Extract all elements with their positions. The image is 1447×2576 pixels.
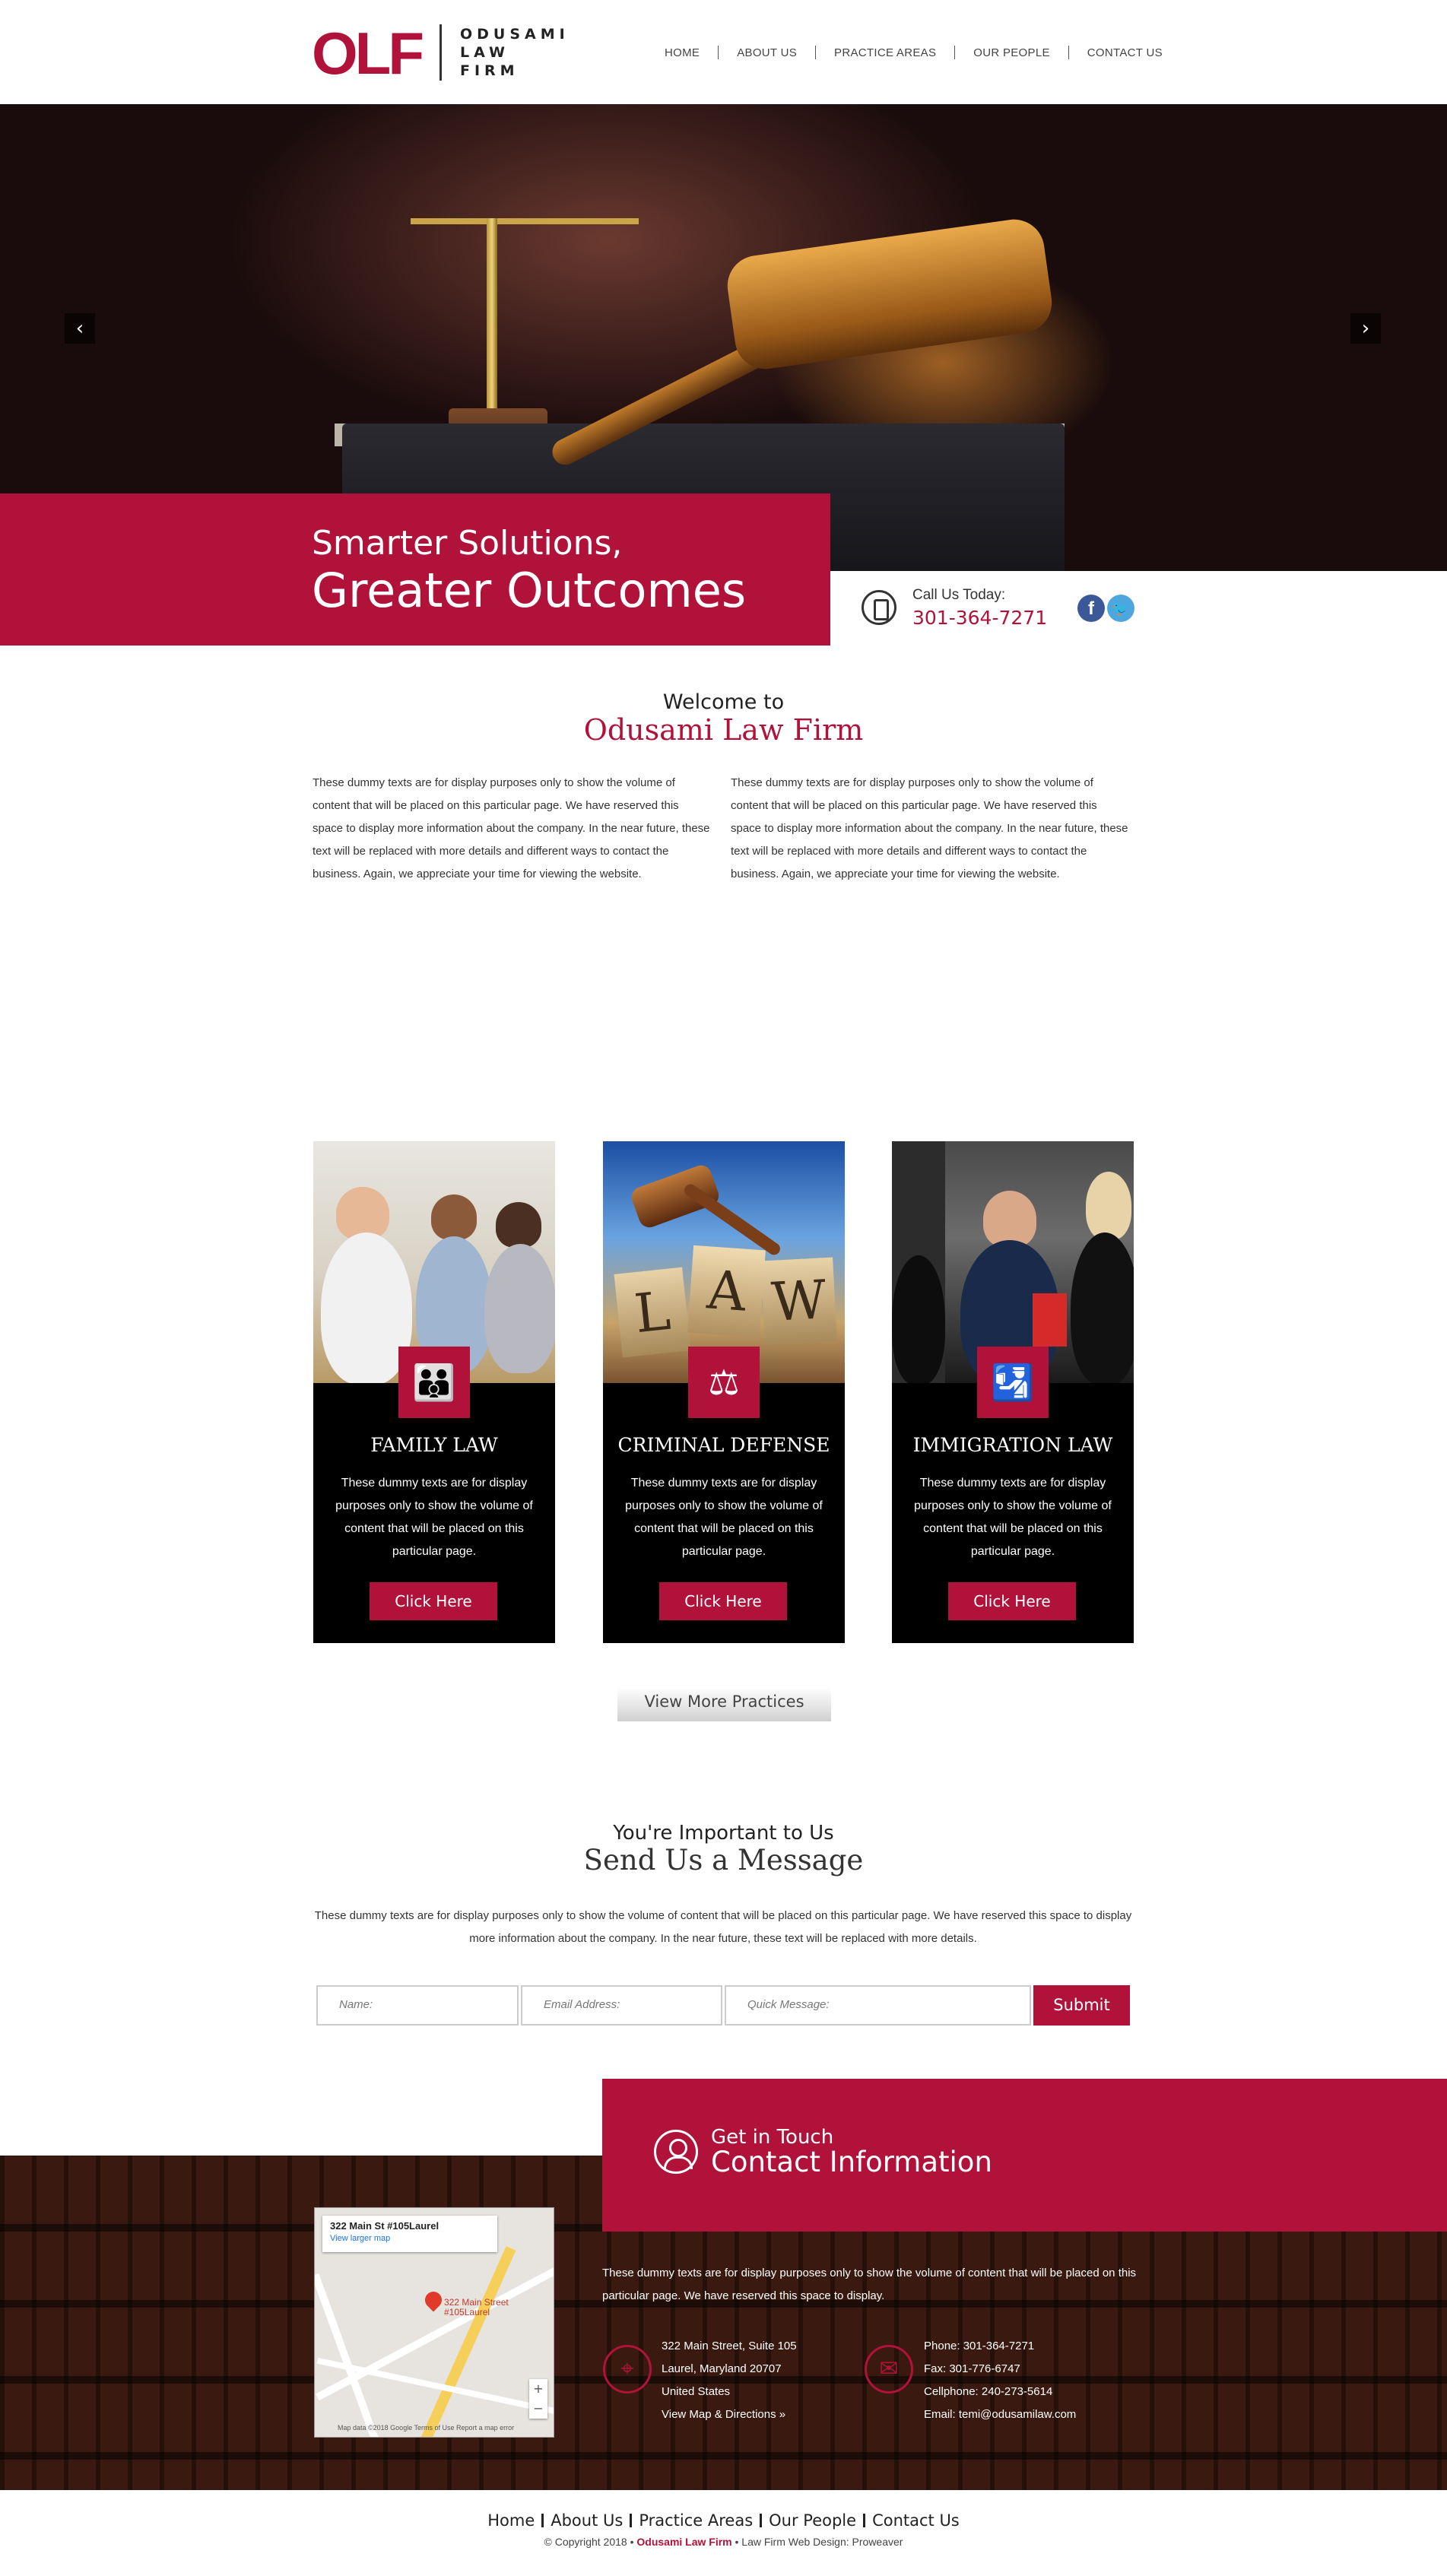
- practice-card-immigration-law: 🛂 IMMIGRATION LAW These dummy texts are …: [892, 1141, 1134, 1643]
- map-pin-icon[interactable]: [421, 2288, 446, 2312]
- person-figure: [892, 1255, 945, 1383]
- welcome-paragraph: These dummy texts are for display purpos…: [731, 776, 1128, 880]
- address-line: United States: [662, 2385, 731, 2398]
- scales-of-justice-image: [411, 218, 639, 224]
- submit-button[interactable]: Submit: [1033, 1985, 1130, 2026]
- footer-link-about[interactable]: About Us: [544, 2511, 630, 2530]
- logo-name[interactable]: ODUSAMI LAW FIRM: [460, 25, 570, 80]
- welcome-paragraph: These dummy texts are for display purpos…: [313, 776, 710, 880]
- welcome-title: Odusami Law Firm: [583, 713, 864, 747]
- person-figure: [484, 1244, 555, 1373]
- logo-line: LAW: [460, 44, 509, 61]
- message-title: Send Us a Message: [583, 1844, 864, 1876]
- person-figure: [983, 1191, 1036, 1248]
- practice-title: IMMIGRATION LAW: [912, 1434, 1113, 1456]
- gavel-head-image: [723, 215, 1056, 373]
- map-road: [315, 2273, 387, 2437]
- call-label: Call Us Today:: [912, 587, 1006, 603]
- view-more-practices-button[interactable]: View More Practices: [617, 1687, 831, 1721]
- call-phone-number[interactable]: 301-364-7271: [912, 607, 1047, 629]
- map-pin-label: 322 Main Street #105Laurel: [444, 2298, 509, 2317]
- map-pin-label-line: #105Laurel: [444, 2307, 490, 2317]
- map-attribution: Map data ©2018 Google Terms of Use Repor…: [338, 2424, 515, 2432]
- main-nav: HOME ABOUT US PRACTICE AREAS OUR PEOPLE …: [646, 43, 1181, 62]
- family-icon: 👪: [398, 1347, 470, 1418]
- envelope-icon: ✉: [865, 2345, 913, 2394]
- message-heading: You're Important to Us: [613, 1822, 834, 1845]
- copyright-brand-link[interactable]: Odusami Law Firm: [636, 2536, 731, 2548]
- google-map[interactable]: 322 Main St #105Laurel View larger map 3…: [314, 2207, 554, 2438]
- practice-card-criminal-defense: L A W ⚖ CRIMINAL DEFENSE These dummy tex…: [603, 1141, 845, 1643]
- map-info-card: 322 Main St #105Laurel View larger map: [322, 2216, 497, 2252]
- name-field[interactable]: Name:: [316, 1985, 519, 2026]
- law-block-w: W: [760, 1257, 837, 1345]
- footer-link-our-people[interactable]: Our People: [762, 2511, 863, 2530]
- phone-block: Phone: 301-364-7271 Fax: 301-776-6747 Ce…: [924, 2335, 1076, 2426]
- tagline-line-2: Greater Outcomes: [312, 563, 747, 618]
- twitter-icon[interactable]: 🐦: [1107, 595, 1134, 622]
- click-here-button[interactable]: Click Here: [370, 1582, 497, 1620]
- site-header: OLF ODUSAMI LAW FIRM HOME ABOUT US PRACT…: [0, 0, 1447, 104]
- phone-icon: [862, 590, 896, 625]
- view-larger-map-link[interactable]: View larger map: [330, 2234, 490, 2243]
- logo-line: ODUSAMI: [460, 26, 570, 43]
- email-field[interactable]: Email Address:: [521, 1985, 722, 2026]
- click-here-button[interactable]: Click Here: [948, 1582, 1076, 1620]
- practice-title: CRIMINAL DEFENSE: [617, 1434, 830, 1456]
- scales-icon: ⚖: [688, 1347, 760, 1418]
- person-figure: [1071, 1232, 1134, 1383]
- copyright-credit: • Law Firm Web Design: Proweaver: [735, 2536, 903, 2548]
- footer-link-contact[interactable]: Contact Us: [865, 2511, 966, 2530]
- practice-text: These dummy texts are for display purpos…: [625, 1477, 823, 1558]
- compass-icon: ⌖: [603, 2345, 652, 2394]
- logo-divider: [439, 24, 442, 81]
- user-icon: [654, 2130, 698, 2174]
- facebook-icon[interactable]: f: [1077, 595, 1105, 622]
- address-block: 322 Main Street, Suite 105 Laurel, Maryl…: [662, 2335, 797, 2426]
- map-directions-link[interactable]: View Map & Directions »: [662, 2403, 797, 2426]
- chevron-left-icon[interactable]: ‹: [65, 313, 95, 344]
- address-line: Laurel, Maryland 20707: [662, 2362, 782, 2375]
- copyright: © Copyright 2018 • Odusami Law Firm • La…: [0, 2536, 1447, 2548]
- click-here-button[interactable]: Click Here: [659, 1582, 787, 1620]
- address-line: 322 Main Street, Suite 105: [662, 2340, 797, 2352]
- logo-mark[interactable]: OLF: [312, 24, 424, 83]
- practice-text: These dummy texts are for display purpos…: [914, 1477, 1112, 1558]
- nav-practice-areas[interactable]: PRACTICE AREAS: [816, 46, 954, 59]
- law-block-l: L: [614, 1267, 691, 1358]
- phone-line[interactable]: Phone: 301-364-7271: [924, 2335, 1076, 2358]
- person-figure: [496, 1202, 541, 1248]
- person-figure: [431, 1194, 477, 1240]
- practice-card-family-law: 👪 FAMILY LAW These dummy texts are for d…: [313, 1141, 555, 1643]
- nav-our-people[interactable]: OUR PEOPLE: [955, 46, 1068, 59]
- map-zoom-control[interactable]: + −: [529, 2379, 547, 2419]
- practice-text: These dummy texts are for display purpos…: [335, 1477, 533, 1558]
- email-line[interactable]: Email: temi@odusamilaw.com: [924, 2403, 1076, 2426]
- nav-about[interactable]: ABOUT US: [719, 46, 815, 59]
- practice-title: FAMILY LAW: [370, 1434, 498, 1456]
- fax-line: Fax: 301-776-6747: [924, 2362, 1020, 2375]
- tagline-line-1: Smarter Solutions,: [312, 524, 623, 563]
- map-address: 322 Main St #105Laurel: [330, 2220, 439, 2232]
- chevron-right-icon[interactable]: ›: [1350, 313, 1381, 344]
- footer-link-home[interactable]: Home: [481, 2511, 541, 2530]
- cellphone-line[interactable]: Cellphone: 240-273-5614: [924, 2381, 1076, 2403]
- red-folder: [1033, 1293, 1067, 1347]
- nav-contact[interactable]: CONTACT US: [1069, 46, 1181, 59]
- contact-title: Contact Information: [711, 2146, 992, 2178]
- message-paragraph: These dummy texts are for display purpos…: [314, 1909, 1132, 1945]
- welcome-heading: Welcome to: [662, 690, 785, 714]
- passport-icon: 🛂: [977, 1347, 1049, 1418]
- quick-message-field[interactable]: Quick Message:: [725, 1985, 1031, 2026]
- nav-home[interactable]: HOME: [646, 46, 718, 59]
- person-figure: [1086, 1172, 1131, 1240]
- logo-line: FIRM: [460, 62, 519, 79]
- law-block-a: A: [687, 1245, 766, 1338]
- footer-link-practice-areas[interactable]: Practice Areas: [632, 2511, 760, 2530]
- copyright-text: © Copyright 2018 •: [544, 2536, 634, 2548]
- footer-nav: Home About Us Practice Areas Our People …: [0, 2511, 1447, 2530]
- contact-paragraph: These dummy texts are for display purpos…: [602, 2267, 1137, 2302]
